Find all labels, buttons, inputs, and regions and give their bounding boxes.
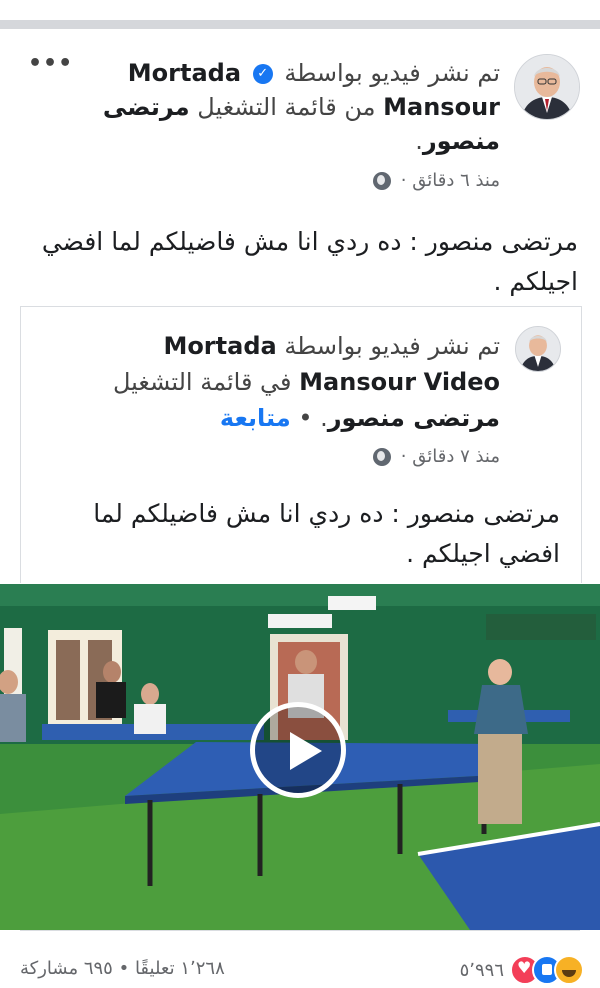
shared-playlist-name[interactable]: مرتضى منصور [328, 404, 500, 432]
more-options-icon[interactable]: ••• [28, 53, 73, 75]
author-name-part-2[interactable]: Mansour [383, 93, 500, 121]
header-playlist-text: من قائمة التشغيل [197, 93, 376, 121]
post-timestamp-row: منذ ٦ دقائق · [373, 170, 500, 191]
post-time[interactable]: منذ ٦ دقائق [412, 170, 500, 191]
reactions-summary[interactable]: ٥٬٩٩٦ [458, 955, 584, 985]
shared-post-header: تم نشر فيديو بواسطة Mortada Mansour Vide… [60, 328, 500, 436]
shared-caption: مرتضى منصور : ده ردي انا مش فاضيلكم لما … [93, 499, 560, 568]
shares-count[interactable]: ٦٩٥ مشاركة [20, 958, 113, 979]
author-name-part-1[interactable]: Mortada [128, 59, 241, 87]
header-prefix: تم نشر فيديو بواسطة [284, 59, 500, 87]
shared-timestamp-row: منذ ٧ دقائق · [373, 446, 500, 467]
footer-divider [20, 930, 580, 931]
shared-separator: . • [298, 404, 328, 432]
globe-icon [373, 448, 392, 466]
shared-video-word[interactable]: Video [424, 368, 500, 396]
shared-in-playlist: في قائمة التشغيل [112, 368, 292, 396]
haha-reaction-icon [554, 955, 584, 985]
engagement-counts: ١٬٢٦٨ تعليقًا • ٦٩٥ مشاركة [20, 958, 225, 979]
top-divider [0, 20, 600, 29]
shared-header-prefix: تم نشر فيديو بواسطة [284, 332, 500, 360]
post-header: تم نشر فيديو بواسطة Mortada ✓ Mansour من… [80, 56, 500, 158]
comments-count[interactable]: ١٬٢٦٨ تعليقًا [135, 958, 225, 979]
globe-icon [373, 172, 392, 190]
post-caption: مرتضى منصور : ده ردي انا مش فاضيلكم لما … [41, 227, 578, 296]
counts-separator: • [118, 958, 130, 979]
playlist-name-b[interactable]: منصور [423, 127, 500, 155]
follow-button[interactable]: متابعة [220, 404, 291, 432]
shared-time[interactable]: منذ ٧ دقائق [412, 446, 500, 467]
shared-author-avatar[interactable] [515, 326, 561, 372]
top-bar [0, 0, 600, 36]
playlist-name-a[interactable]: مرتضى [103, 93, 190, 121]
header-end: . [415, 127, 423, 155]
reactions-count[interactable]: ٥٬٩٩٦ [460, 960, 504, 981]
author-avatar[interactable] [514, 54, 580, 120]
meta-dot: · [400, 170, 407, 191]
play-icon[interactable] [250, 702, 346, 798]
verified-badge-icon: ✓ [252, 64, 273, 84]
shared-meta-dot: · [400, 446, 407, 467]
